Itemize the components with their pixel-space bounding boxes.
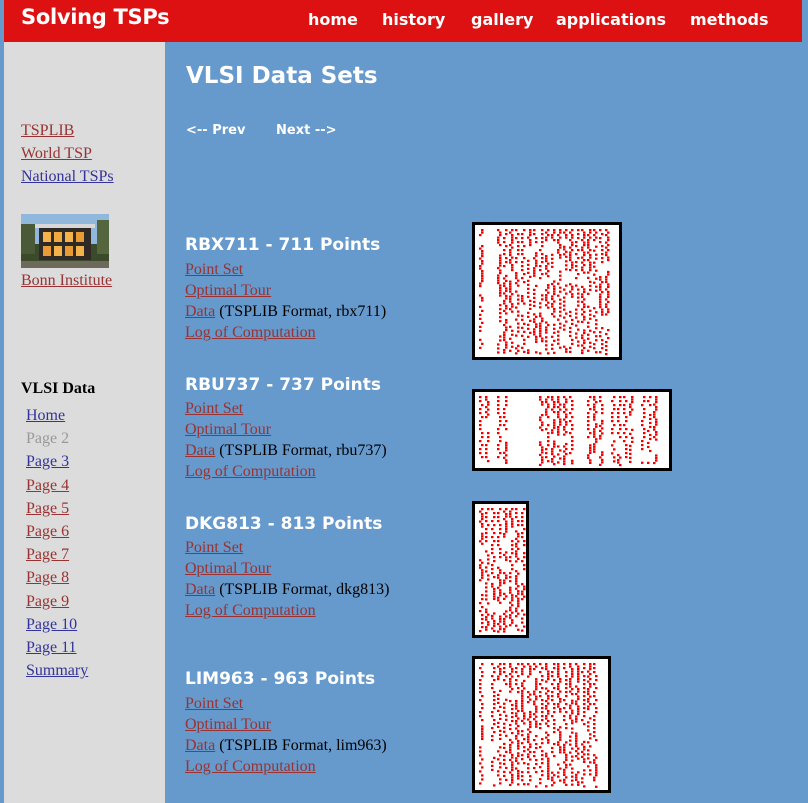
sidebar-link-tsplib[interactable]: TSPLIB xyxy=(21,122,74,140)
optimal-tour-link[interactable]: Optimal Tour xyxy=(185,421,271,439)
sidebar-page-2-current: Page 2 xyxy=(26,430,70,447)
point-set-link[interactable]: Point Set xyxy=(185,539,243,557)
data-line: Data (TSPLIB Format, lim963) xyxy=(185,737,387,755)
point-set-link[interactable]: Point Set xyxy=(185,400,243,418)
nav-home[interactable]: home xyxy=(308,10,358,29)
nav-gallery[interactable]: gallery xyxy=(471,10,533,29)
point-set-link[interactable]: Point Set xyxy=(185,261,243,279)
nav-applications[interactable]: applications xyxy=(556,10,666,29)
dataset-title: RBU737 - 737 Points xyxy=(185,375,381,395)
sidebar-page-5[interactable]: Page 5 xyxy=(26,500,69,518)
sidebar-page-6[interactable]: Page 6 xyxy=(26,523,69,541)
data-line: Data (TSPLIB Format, dkg813) xyxy=(185,581,389,599)
sidebar-page-summary[interactable]: Summary xyxy=(26,662,88,680)
data-link[interactable]: Data xyxy=(185,303,215,320)
nav-methods[interactable]: methods xyxy=(690,10,769,29)
data-format-text: (TSPLIB Format, lim963) xyxy=(215,737,387,754)
data-line: Data (TSPLIB Format, rbx711) xyxy=(185,303,386,321)
sidebar-page-8[interactable]: Page 8 xyxy=(26,569,69,587)
dataset-title: DKG813 - 813 Points xyxy=(185,514,383,534)
dataset-thumbnail[interactable] xyxy=(472,656,611,793)
optimal-tour-link[interactable]: Optimal Tour xyxy=(185,282,271,300)
log-link[interactable]: Log of Computation xyxy=(185,602,316,620)
sidebar-heading: VLSI Data xyxy=(21,380,96,397)
bonn-institute-photo[interactable] xyxy=(21,214,109,268)
nav-history[interactable]: history xyxy=(382,10,445,29)
next-link[interactable]: Next --> xyxy=(276,123,337,138)
optimal-tour-link[interactable]: Optimal Tour xyxy=(185,560,271,578)
sidebar-page-3[interactable]: Page 3 xyxy=(26,453,69,471)
dataset-title: RBX711 - 711 Points xyxy=(185,235,381,255)
sidebar-page-11[interactable]: Page 11 xyxy=(26,639,77,657)
point-set-link[interactable]: Point Set xyxy=(185,695,243,713)
data-format-text: (TSPLIB Format, rbx711) xyxy=(215,303,387,320)
data-format-text: (TSPLIB Format, dkg813) xyxy=(215,581,390,598)
sidebar-page-4[interactable]: Page 4 xyxy=(26,477,69,495)
sidebar-page-7[interactable]: Page 7 xyxy=(26,546,69,564)
dataset-thumbnail[interactable] xyxy=(472,501,529,638)
main-content: VLSI Data Sets <-- Prev Next --> RBX711 … xyxy=(165,42,808,803)
log-link[interactable]: Log of Computation xyxy=(185,463,316,481)
sidebar-link-national-tsps[interactable]: National TSPs xyxy=(21,168,114,186)
sidebar-page-9[interactable]: Page 9 xyxy=(26,593,69,611)
log-link[interactable]: Log of Computation xyxy=(185,758,316,776)
optimal-tour-link[interactable]: Optimal Tour xyxy=(185,716,271,734)
sidebar-page-10[interactable]: Page 10 xyxy=(26,616,77,634)
log-link[interactable]: Log of Computation xyxy=(185,324,316,342)
prev-link[interactable]: <-- Prev xyxy=(186,123,245,138)
data-format-text: (TSPLIB Format, rbu737) xyxy=(215,442,387,459)
data-line: Data (TSPLIB Format, rbu737) xyxy=(185,442,387,460)
site-title[interactable]: Solving TSPs xyxy=(21,5,170,29)
data-link[interactable]: Data xyxy=(185,442,215,459)
sidebar: TSPLIB World TSP National TSPs Bonn Inst… xyxy=(4,42,165,803)
dataset-thumbnail[interactable] xyxy=(472,222,622,360)
site-header: Solving TSPs home history gallery applic… xyxy=(4,0,802,42)
sidebar-link-bonn-institute[interactable]: Bonn Institute xyxy=(21,272,112,290)
page-title: VLSI Data Sets xyxy=(186,63,378,89)
dataset-title: LIM963 - 963 Points xyxy=(185,669,376,689)
data-link[interactable]: Data xyxy=(185,737,215,754)
sidebar-page-home[interactable]: Home xyxy=(26,407,65,425)
sidebar-link-world-tsp[interactable]: World TSP xyxy=(21,145,92,163)
data-link[interactable]: Data xyxy=(185,581,215,598)
dataset-thumbnail[interactable] xyxy=(472,389,672,471)
